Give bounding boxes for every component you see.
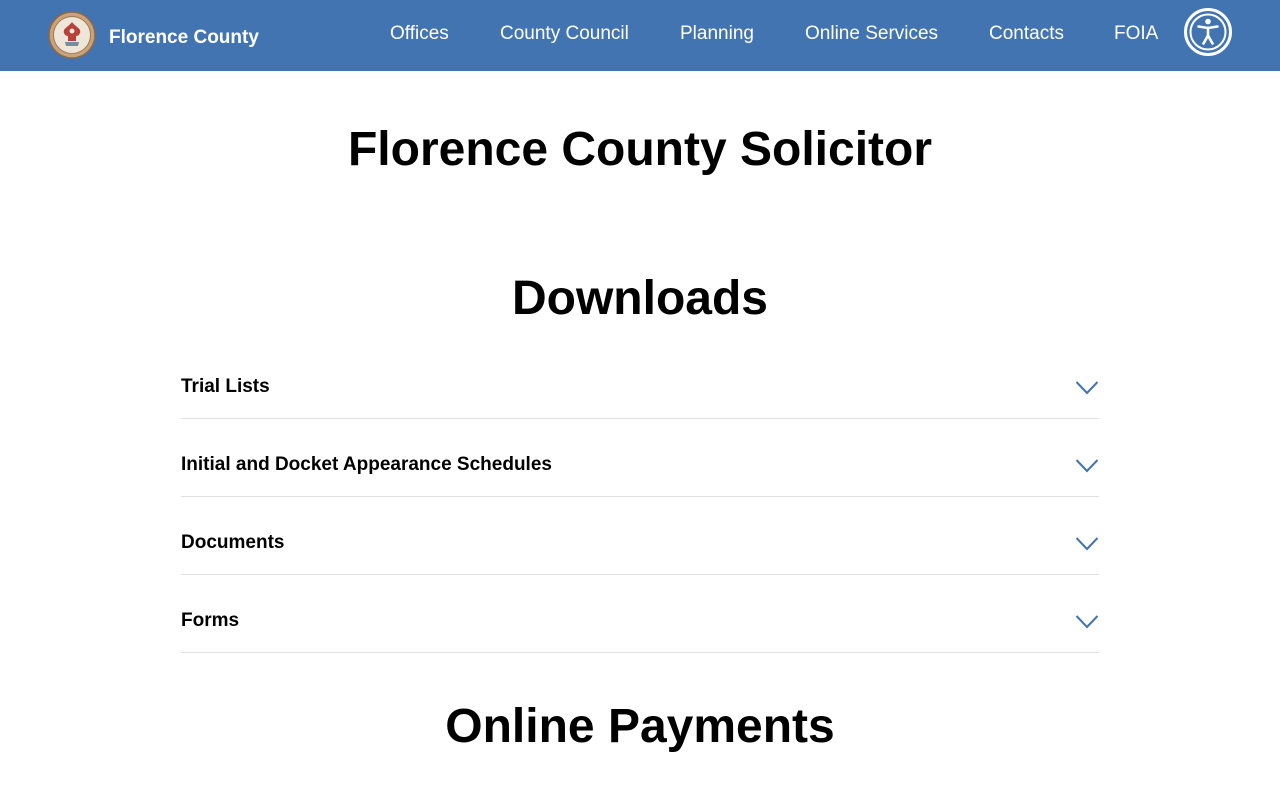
accordion-item-appearance-schedules[interactable]: Initial and Docket Appearance Schedules (181, 419, 1099, 497)
nav-foia[interactable]: FOIA (1114, 23, 1158, 45)
chevron-down-icon (1075, 381, 1099, 395)
downloads-heading: Downloads (511, 272, 768, 325)
online-payments-heading: Online Payments (445, 700, 835, 753)
accordion-label: Trial Lists (181, 376, 270, 397)
chevron-down-icon (1075, 459, 1099, 473)
home-link[interactable]: Florence County (48, 11, 259, 59)
chevron-down-icon (1075, 615, 1099, 629)
chevron-down-icon (1075, 537, 1099, 551)
accordion-label: Forms (181, 610, 240, 631)
nav-contacts[interactable]: Contacts (989, 23, 1064, 45)
accordion-item-documents[interactable]: Documents (181, 497, 1099, 575)
accordion-label: Documents (181, 532, 285, 553)
site-name: Florence County (109, 26, 259, 48)
nav-online-services[interactable]: Online Services (805, 23, 938, 45)
accordion-item-forms[interactable]: Forms (181, 575, 1099, 653)
county-seal-icon (48, 11, 96, 59)
nav-planning[interactable]: Planning (680, 23, 754, 45)
accessibility-icon[interactable] (1184, 8, 1232, 56)
accordion-label: Initial and Docket Appearance Schedules (181, 454, 552, 475)
site-header: Florence County Offices County Council P… (0, 0, 1280, 71)
nav-offices[interactable]: Offices (390, 23, 449, 45)
accordion-item-trial-lists[interactable]: Trial Lists (181, 358, 1099, 419)
page-title: Florence County Solicitor (347, 123, 933, 176)
downloads-accordion: Trial Lists Initial and Docket Appearanc… (181, 358, 1099, 653)
nav-county-council[interactable]: County Council (500, 23, 629, 45)
